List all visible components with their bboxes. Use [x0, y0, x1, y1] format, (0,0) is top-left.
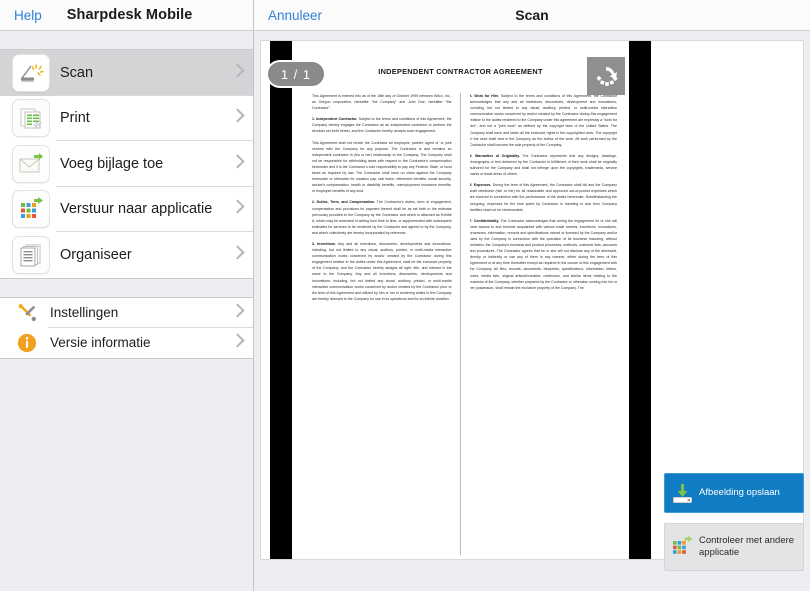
viewer-right-mask [629, 41, 651, 559]
document-columns: This Agreement is entered into as of the… [312, 93, 617, 555]
main-pane: Annuleer Scan INDEPENDENT CONTRACTOR AGR… [254, 0, 810, 591]
sidebar-item-organize[interactable]: Organiseer [0, 232, 253, 278]
open-with-other-app-button[interactable]: Controleer met andere applicatie [664, 523, 804, 571]
sidebar-primary-group: Scan Print Voeg bijlage toe Verstuur naa… [0, 49, 253, 279]
chevron-right-icon [230, 63, 245, 78]
action-buttons: Afbeelding opslaan Controleer met andere… [664, 473, 804, 571]
sidebar-item-label: Voeg bijlage toe [60, 155, 164, 172]
viewer-left-mask [270, 41, 292, 559]
doc-paragraph: 5. Warranties of Originality. The Contra… [469, 153, 617, 177]
doc-paragraph: 3. Inventions. Any and all inventions, d… [312, 241, 452, 301]
chevron-right-icon [230, 108, 245, 123]
document-header: INDEPENDENT CONTRACTOR AGREEMENT [292, 41, 629, 93]
chevron-right-icon [230, 199, 245, 214]
chevron-right-icon [230, 245, 245, 260]
document-right-column: 4. Work for Hire. Subject to the terms a… [470, 93, 617, 555]
rotate-icon[interactable] [587, 57, 625, 95]
print-icon [12, 99, 50, 138]
save-image-label: Afbeelding opslaan [699, 487, 780, 499]
organize-icon [12, 235, 50, 274]
save-image-button[interactable]: Afbeelding opslaan [664, 473, 804, 513]
app-title: Sharpdesk Mobile [66, 7, 193, 23]
sidebar-navbar: Help Sharpdesk Mobile [0, 0, 253, 31]
scanner-icon [12, 53, 50, 92]
info-icon [16, 332, 38, 354]
help-button[interactable]: Help [14, 8, 42, 23]
chevron-right-icon [230, 332, 245, 348]
doc-paragraph: 6. Expenses. During the term of this Agr… [469, 183, 617, 212]
sidebar-item-send-to-app[interactable]: Verstuur naar applicatie [0, 186, 253, 232]
document-title: INDEPENDENT CONTRACTOR AGREEMENT [378, 67, 543, 76]
chevron-right-icon [230, 302, 245, 318]
attach-mail-icon [12, 144, 50, 183]
sidebar-item-label: Scan [60, 64, 94, 81]
sidebar-item-settings[interactable]: Instellingen [0, 297, 253, 328]
tools-icon [16, 302, 38, 324]
doc-paragraph: 7. Confidentiality. The Contractor ackno… [469, 218, 617, 290]
scanned-page: INDEPENDENT CONTRACTOR AGREEMENT This Ag… [266, 41, 629, 559]
open-with-other-app-label: Controleer met andere applicatie [699, 534, 795, 558]
sidebar-item-add-attachment[interactable]: Voeg bijlage toe [0, 141, 253, 187]
cancel-button[interactable]: Annuleer [268, 8, 322, 23]
document-left-column: This Agreement is entered into as of the… [312, 93, 461, 555]
sidebar-item-label: Organiseer [60, 246, 132, 263]
send-to-app-icon [12, 190, 50, 229]
chevron-right-icon [230, 154, 245, 169]
save-image-icon [665, 481, 699, 505]
page-indicator[interactable]: 1 / 1 [266, 60, 326, 88]
sidebar-item-scan[interactable]: Scan [0, 50, 253, 96]
sidebar-top-spacer [0, 31, 253, 49]
sidebar-secondary-group: Instellingen Versie informatie [0, 296, 253, 359]
doc-paragraph: 1. Independent Contractor. Subject to th… [312, 117, 452, 134]
sidebar-item-label: Verstuur naar applicatie [60, 201, 213, 218]
sidebar-item-label: Versie informatie [50, 335, 151, 350]
doc-paragraph: This Agreement is entered into as of the… [312, 94, 452, 111]
main-navbar: Annuleer Scan [254, 0, 810, 31]
sidebar-item-version-info[interactable]: Versie informatie [0, 327, 253, 358]
page-title: Scan [515, 7, 549, 23]
other-app-icon [665, 534, 699, 560]
app-window: Help Sharpdesk Mobile Scan Print Voeg bi… [0, 0, 810, 591]
doc-paragraph: This Agreement shall not render the Cont… [312, 140, 452, 194]
doc-paragraph: 2. Duties, Term, and Compensation. The C… [312, 200, 452, 235]
sidebar-item-label: Instellingen [50, 305, 119, 320]
sidebar-item-label: Print [60, 110, 90, 127]
sidebar-item-print[interactable]: Print [0, 95, 253, 141]
doc-paragraph: 4. Work for Hire. Subject to the terms a… [469, 94, 617, 147]
sidebar: Help Sharpdesk Mobile Scan Print Voeg bi… [0, 0, 254, 591]
